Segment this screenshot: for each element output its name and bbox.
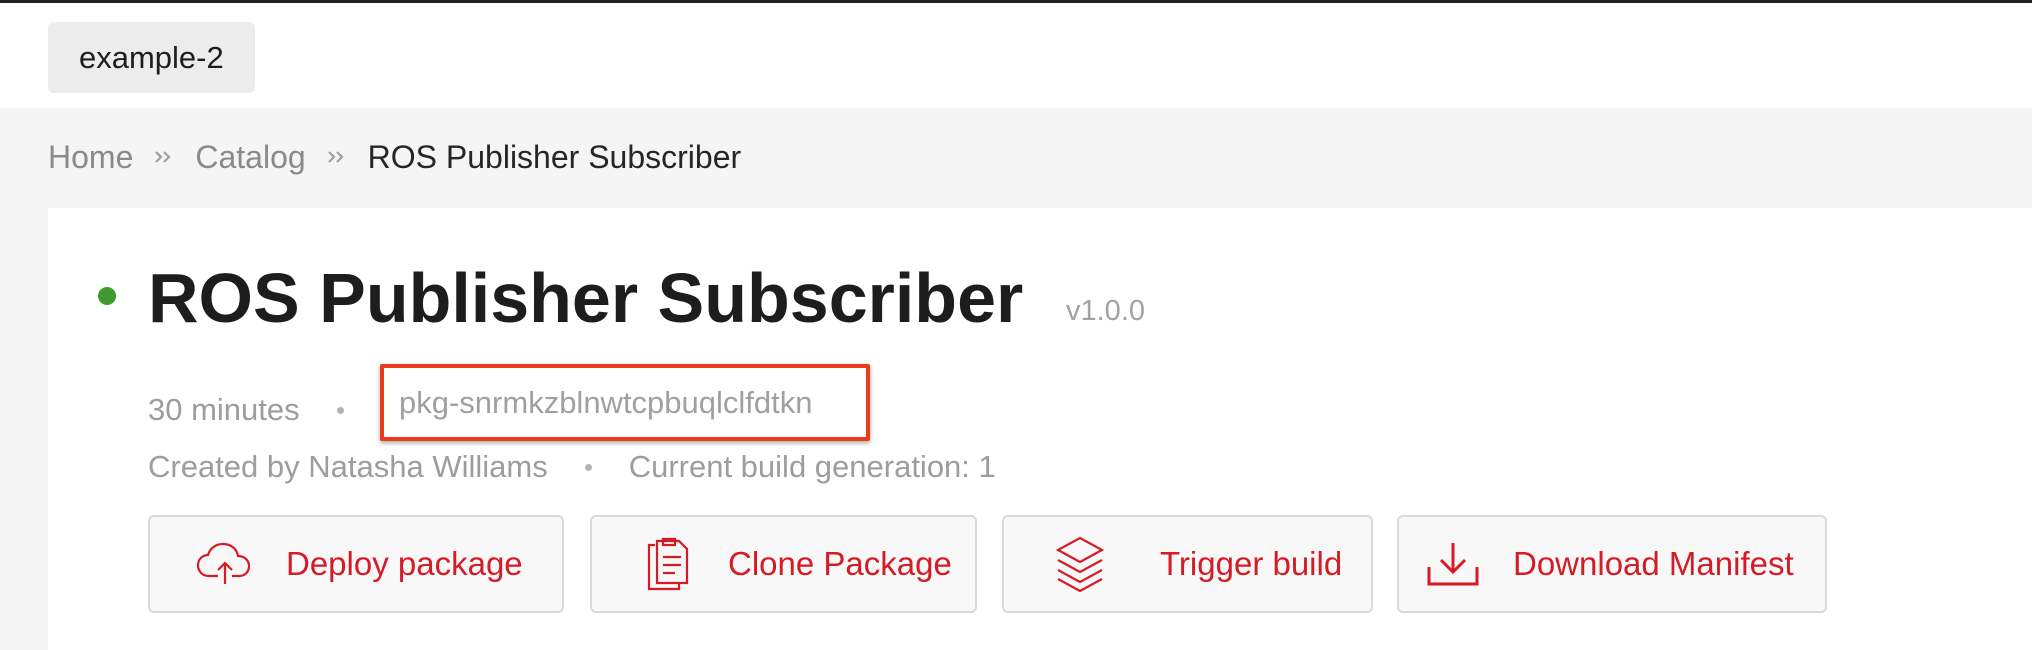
version-label: v1.0.0	[1066, 295, 1145, 327]
breadcrumb-catalog[interactable]: Catalog	[195, 139, 305, 176]
status-indicator-icon	[98, 287, 116, 305]
download-manifest-label: Download Manifest	[1513, 545, 1794, 582]
created-by: Created by Natasha Williams	[148, 449, 548, 484]
separator-dot-icon	[584, 463, 592, 471]
package-meta-creator: Created by Natasha Williams Current buil…	[148, 443, 996, 491]
download-manifest-button[interactable]: Download Manifest	[1397, 515, 1827, 613]
build-generation: Current build generation: 1	[628, 449, 996, 484]
breadcrumb-home[interactable]: Home	[48, 139, 133, 176]
deploy-package-label: Deploy package	[286, 545, 523, 582]
cloud-upload-icon	[196, 534, 256, 594]
workspace-tag[interactable]: example-2	[48, 22, 255, 93]
top-bar: example-2	[0, 0, 2032, 108]
separator-dot-icon	[336, 406, 344, 414]
clone-document-icon	[638, 534, 698, 594]
breadcrumb-current: ROS Publisher Subscriber	[367, 138, 742, 175]
trigger-build-label: Trigger build	[1160, 545, 1343, 582]
breadcrumb-separator-icon	[326, 147, 348, 167]
trigger-build-button[interactable]: Trigger build	[1002, 515, 1373, 613]
layers-icon	[1050, 534, 1110, 594]
breadcrumb: Home Catalog ROS Publisher Subscriber	[48, 133, 741, 181]
clone-package-label: Clone Package	[728, 545, 952, 582]
download-icon	[1423, 534, 1483, 594]
package-meta-age: 30 minutes	[148, 386, 344, 434]
package-id[interactable]: pkg-snrmkzblnwtcpbuqlclfdtkn	[380, 364, 870, 441]
clone-package-button[interactable]: Clone Package	[590, 515, 977, 613]
breadcrumb-separator-icon	[153, 147, 175, 167]
page-title: ROS Publisher Subscriber	[148, 259, 1024, 337]
package-age: 30 minutes	[148, 392, 300, 427]
deploy-package-button[interactable]: Deploy package	[148, 515, 564, 613]
